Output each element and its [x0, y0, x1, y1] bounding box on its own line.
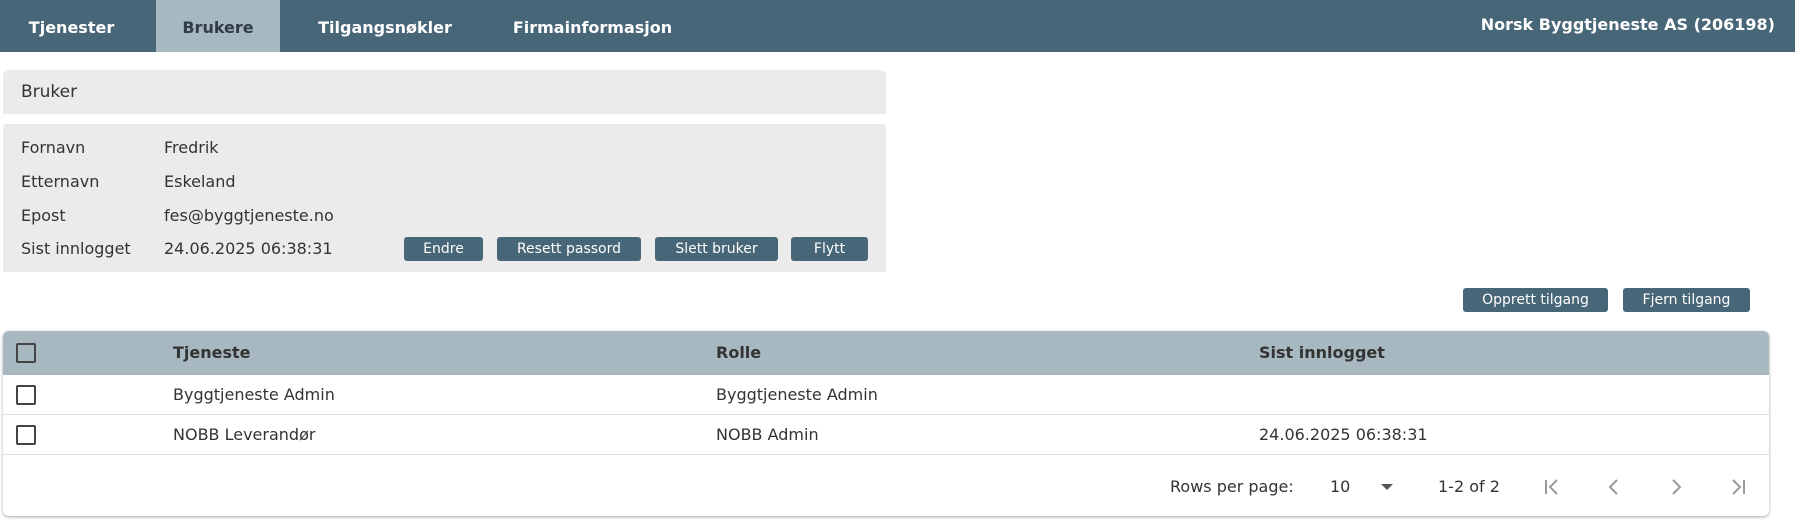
top-navigation-bar: Tjenester Brukere Tilgangsnøkler Firmain… [0, 0, 1795, 52]
user-details-panel: Fornavn Fredrik Etternavn Eskeland Epost… [3, 124, 886, 272]
first-page-icon[interactable] [1541, 476, 1563, 498]
pagination: Rows per page: 10 1-2 of 2 [3, 456, 1769, 516]
cell-service: NOBB Leverandør [173, 425, 316, 444]
column-header-last-login[interactable]: Sist innlogget [1259, 331, 1385, 375]
email-value: fes@byggtjeneste.no [164, 206, 334, 225]
select-all-checkbox[interactable] [16, 343, 36, 363]
last-login-value: 24.06.2025 06:38:31 [164, 239, 333, 258]
first-name-label: Fornavn [21, 138, 86, 157]
move-button[interactable]: Flytt [791, 237, 868, 261]
first-name-value: Fredrik [164, 138, 219, 157]
last-name-value: Eskeland [164, 172, 236, 191]
remove-access-button[interactable]: Fjern tilgang [1623, 288, 1750, 312]
previous-page-icon[interactable] [1603, 476, 1625, 498]
last-page-icon[interactable] [1727, 476, 1749, 498]
column-header-role[interactable]: Rolle [716, 331, 761, 375]
tab-brukere[interactable]: Brukere [156, 0, 280, 52]
company-name: Norsk Byggtjeneste AS (206198) [1480, 15, 1775, 34]
table-header: Tjeneste Rolle Sist innlogget [3, 331, 1769, 375]
page-range: 1-2 of 2 [1438, 477, 1500, 496]
last-login-label: Sist innlogget [21, 239, 131, 258]
cell-last-login: 24.06.2025 06:38:31 [1259, 425, 1428, 444]
tab-tjenester[interactable]: Tjenester [0, 0, 143, 52]
next-page-icon[interactable] [1665, 476, 1687, 498]
chevron-down-icon[interactable] [1381, 484, 1393, 490]
rows-per-page-select[interactable]: 10 [1330, 456, 1350, 516]
cell-role: NOBB Admin [716, 425, 819, 444]
rows-per-page-label: Rows per page: [1170, 477, 1294, 496]
email-label: Epost [21, 206, 66, 225]
tab-tilgangsnokler[interactable]: Tilgangsnøkler [300, 0, 470, 52]
last-name-label: Etternavn [21, 172, 100, 191]
access-table: Tjeneste Rolle Sist innlogget Byggtjenes… [3, 331, 1769, 516]
table-row[interactable]: NOBB Leverandør NOBB Admin 24.06.2025 06… [3, 415, 1769, 455]
edit-button[interactable]: Endre [404, 237, 483, 261]
table-row[interactable]: Byggtjeneste Admin Byggtjeneste Admin [3, 375, 1769, 415]
user-panel-title: Bruker [3, 70, 886, 114]
delete-user-button[interactable]: Slett bruker [655, 237, 778, 261]
column-header-service[interactable]: Tjeneste [173, 331, 251, 375]
cell-role: Byggtjeneste Admin [716, 385, 878, 404]
cell-service: Byggtjeneste Admin [173, 385, 335, 404]
reset-password-button[interactable]: Resett passord [497, 237, 641, 261]
row-checkbox[interactable] [16, 425, 36, 445]
tab-firmainformasjon[interactable]: Firmainformasjon [500, 0, 685, 52]
row-checkbox[interactable] [16, 385, 36, 405]
create-access-button[interactable]: Opprett tilgang [1463, 288, 1608, 312]
